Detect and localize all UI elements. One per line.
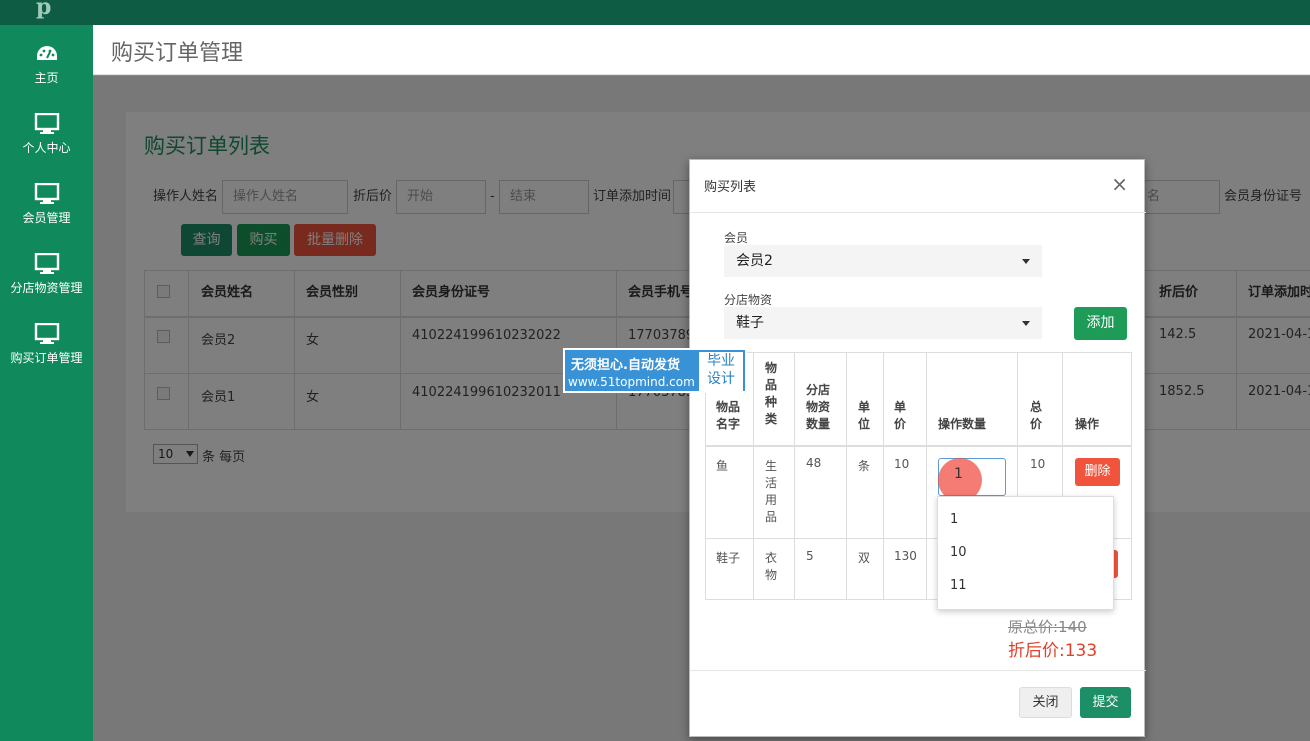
- col-header-stock: 分店 物资 数量: [806, 383, 831, 431]
- sidebar-item-label: 个人中心: [22, 141, 71, 155]
- sidebar-item-members[interactable]: 会员管理: [0, 173, 93, 243]
- watermark-line2: www.51topmind.com: [568, 375, 695, 389]
- cell-price: 10: [894, 457, 910, 471]
- cell-type: 衣 物: [765, 551, 778, 582]
- col-header-price: 单 价: [894, 400, 907, 431]
- cell-price: 130: [894, 549, 917, 563]
- goods-select-value: 鞋子: [736, 315, 764, 331]
- sidebar: 主页 个人中心 会员管理 分店物资管理 购买订单管理: [0, 25, 93, 741]
- cell-total: 10: [1030, 457, 1046, 471]
- col-header-qty: 操作数量: [938, 417, 987, 431]
- monitor-icon: [34, 323, 59, 344]
- modal-title: 购买列表: [704, 180, 757, 195]
- chevron-down-icon: [1022, 259, 1030, 264]
- cell-type: 生 活 用 品: [765, 459, 778, 524]
- qty-suggestion-dropdown: 1 10 11: [937, 496, 1114, 610]
- monitor-icon: [34, 183, 59, 204]
- page-header: 购买订单管理: [93, 25, 1310, 75]
- sidebar-item-label: 分店物资管理: [10, 281, 83, 295]
- goods-label: 分店物资: [724, 293, 773, 307]
- member-select[interactable]: 会员2: [724, 245, 1042, 277]
- close-icon[interactable]: ×: [1111, 174, 1128, 194]
- qty-input-value: 1: [954, 466, 963, 482]
- submit-button[interactable]: 提交: [1080, 687, 1131, 718]
- sidebar-item-label: 主页: [34, 71, 59, 85]
- cell-stock: 5: [806, 549, 814, 563]
- col-header-op: 操作: [1075, 417, 1100, 431]
- cell-unit: 条: [858, 459, 871, 473]
- add-item-button[interactable]: 添加: [1074, 307, 1127, 340]
- col-header-unit: 单 位: [858, 400, 871, 431]
- cell-unit: 双: [858, 551, 871, 565]
- goods-select[interactable]: 鞋子: [724, 307, 1042, 339]
- sidebar-item-branch-goods[interactable]: 分店物资管理: [0, 243, 93, 313]
- watermark: 无须担心.自动发货 www.51topmind.com 毕业 设计: [563, 348, 747, 393]
- close-button[interactable]: 关闭: [1019, 687, 1072, 718]
- sidebar-item-label: 会员管理: [22, 211, 71, 225]
- dropdown-option[interactable]: 1: [950, 512, 958, 527]
- sidebar-item-orders[interactable]: 购买订单管理: [0, 313, 93, 383]
- cell-name: 鞋子: [716, 551, 741, 565]
- chevron-down-icon: [1022, 321, 1030, 326]
- col-header-type: 物 品 种 类: [765, 361, 778, 426]
- original-total: 原总价:140: [1008, 618, 1087, 636]
- col-header-total: 总 价: [1030, 400, 1043, 431]
- sidebar-item-profile[interactable]: 个人中心: [0, 103, 93, 173]
- cell-stock: 48: [806, 456, 822, 470]
- dropdown-option[interactable]: 10: [950, 545, 967, 560]
- dashboard-icon: [36, 46, 57, 60]
- dropdown-option[interactable]: 11: [950, 578, 967, 593]
- delete-row-button[interactable]: 删除: [1075, 458, 1120, 486]
- member-select-value: 会员2: [736, 253, 773, 269]
- top-bar: p: [0, 0, 1310, 25]
- purchase-modal: 购买列表 × 会员 会员2 分店物资 鞋子 添加 物品 名字 物 品 种 类 分…: [689, 159, 1146, 737]
- sidebar-item-home[interactable]: 主页: [0, 33, 93, 103]
- monitor-icon: [34, 253, 59, 274]
- col-header-name: 物品 名字: [716, 400, 741, 431]
- cell-name: 鱼: [716, 459, 729, 473]
- watermark-line1: 无须担心.自动发货: [571, 358, 680, 373]
- monitor-icon: [34, 113, 59, 134]
- member-label: 会员: [724, 231, 749, 245]
- watermark-badge: 毕业 设计: [699, 352, 743, 391]
- sidebar-item-label: 购买订单管理: [10, 351, 83, 365]
- page-title: 购买订单管理: [111, 41, 244, 66]
- discount-total: 折后价:133: [1008, 641, 1098, 661]
- logo: p: [36, 0, 52, 20]
